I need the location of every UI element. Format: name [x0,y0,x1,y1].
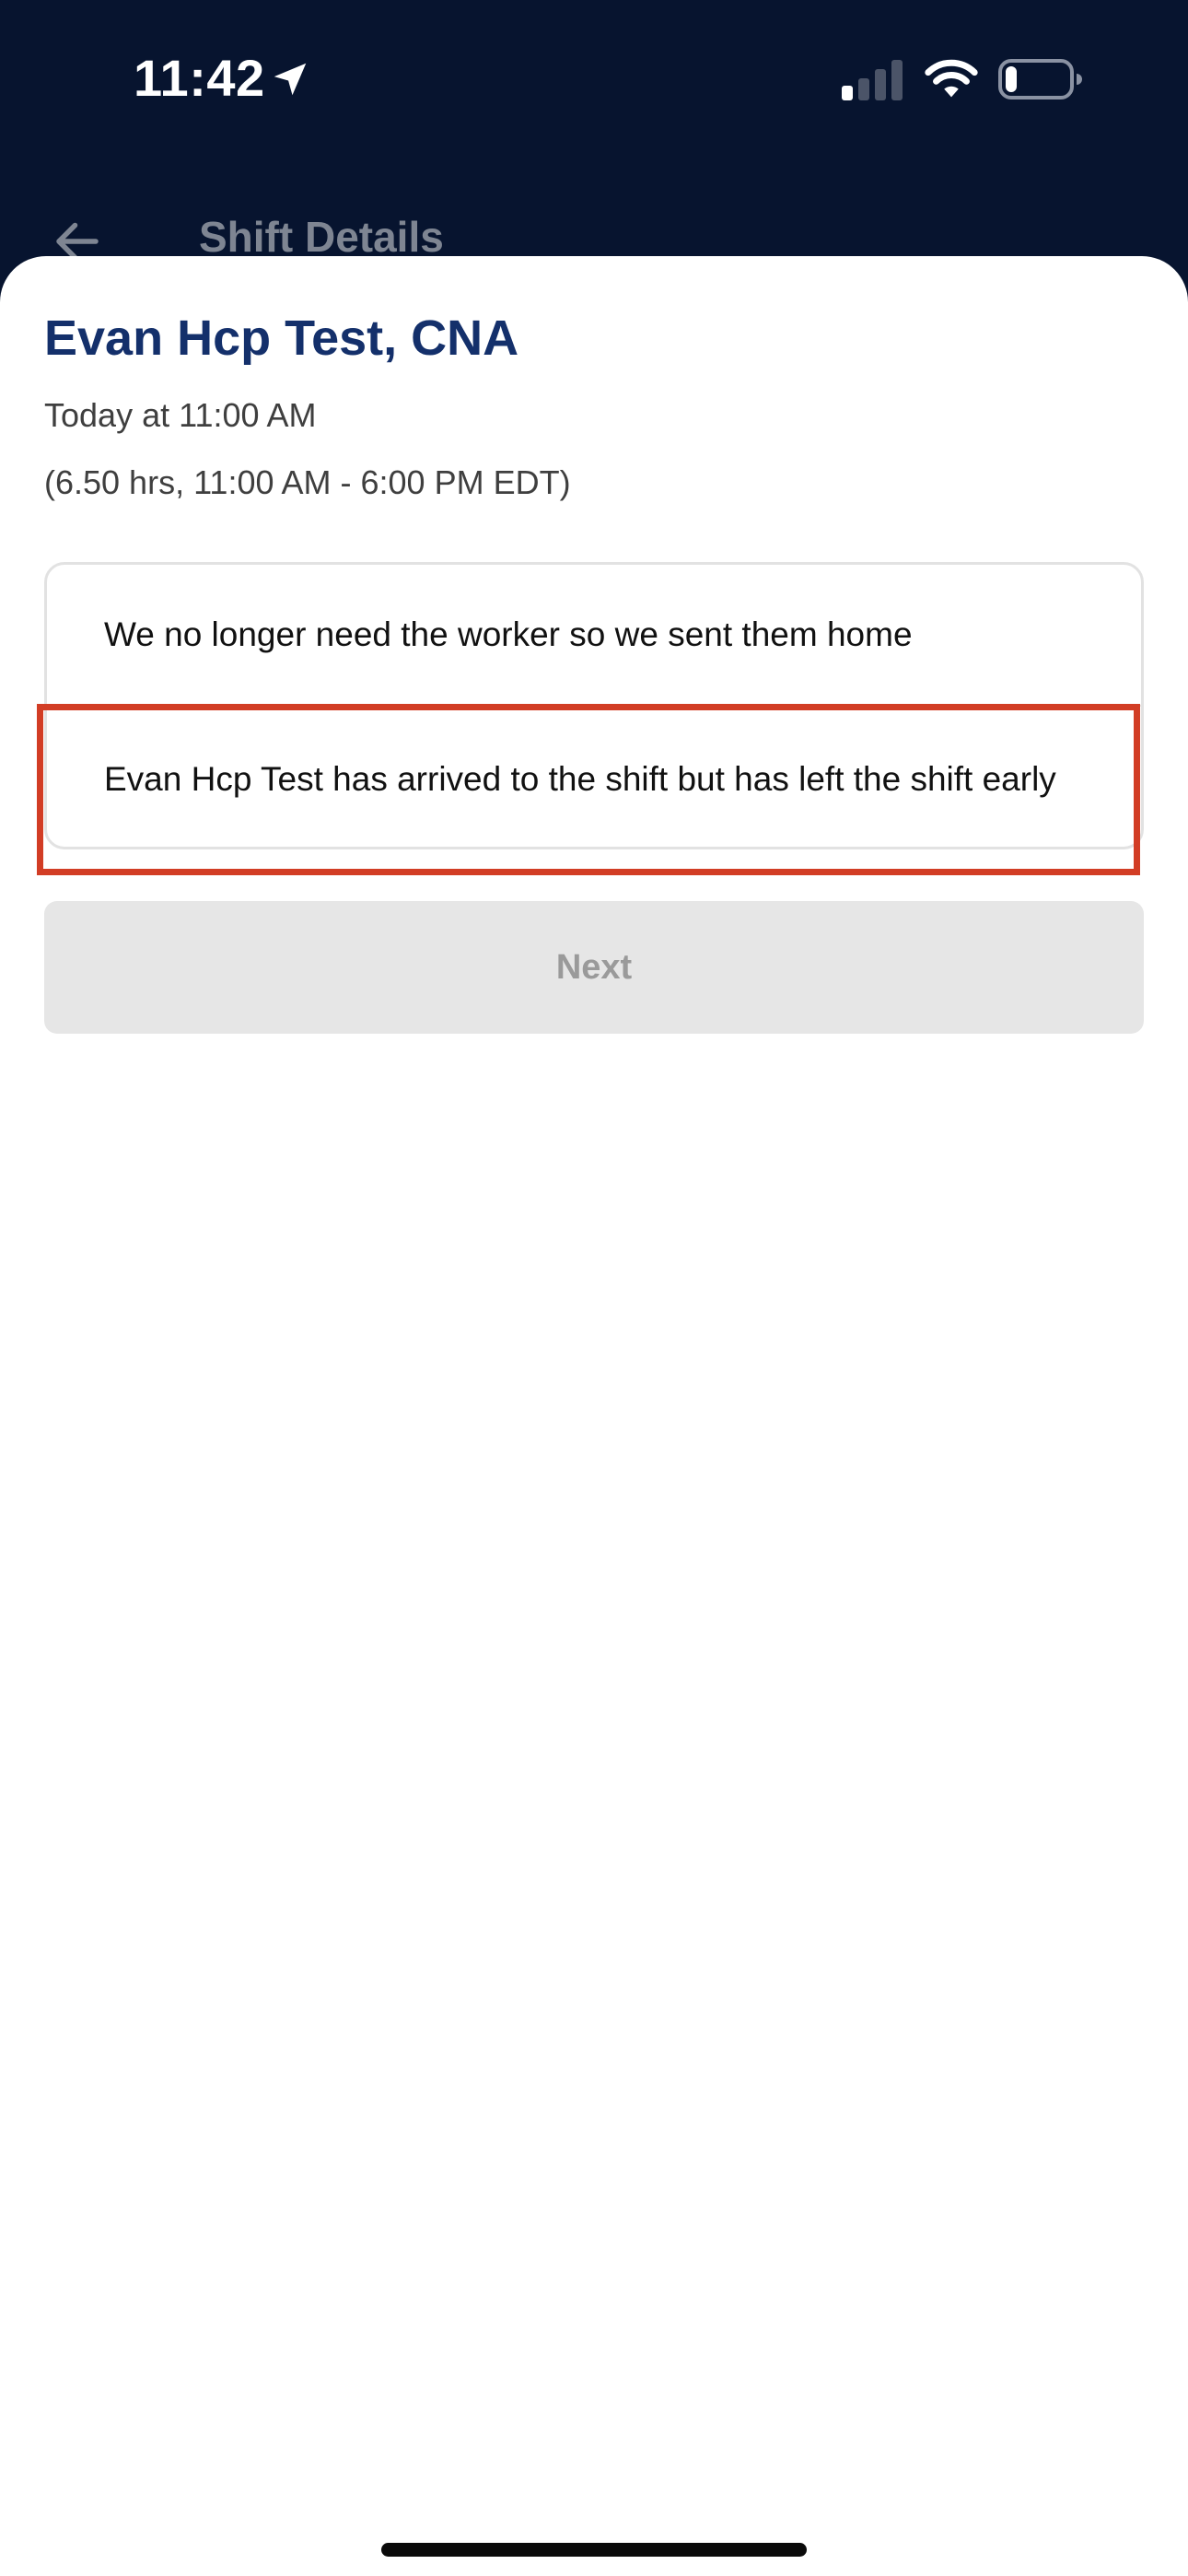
shift-sheet: Evan Hcp Test, CNA Today at 11:00 AM (6.… [0,256,1188,2576]
next-button[interactable]: Next [44,901,1144,1034]
cellular-signal-icon [842,60,903,100]
option-label: Evan Hcp Test has arrived to the shift b… [104,760,1056,798]
option-left-early[interactable]: Evan Hcp Test has arrived to the shift b… [47,708,1141,850]
option-sent-home[interactable]: We no longer need the worker so we sent … [47,565,1141,707]
wifi-icon [925,59,978,98]
location-arrow-icon [274,63,307,96]
worker-name: Evan Hcp Test, CNA [44,310,519,366]
battery-icon [998,59,1082,100]
shift-date: Today at 11:00 AM [44,396,317,434]
status-time: 11:42 [134,49,265,107]
status-bar: 11:42 [0,0,1188,161]
option-label: We no longer need the worker so we sent … [104,615,913,653]
page-title: Shift Details [199,213,444,261]
shift-hours: (6.50 hrs, 11:00 AM - 6:00 PM EDT) [44,463,571,501]
reason-options-list: We no longer need the worker so we sent … [44,562,1144,849]
home-indicator[interactable] [381,2543,807,2557]
app-screen: 11:42 Shift Details Evan Hcp Test, CNA T [0,0,1188,2576]
